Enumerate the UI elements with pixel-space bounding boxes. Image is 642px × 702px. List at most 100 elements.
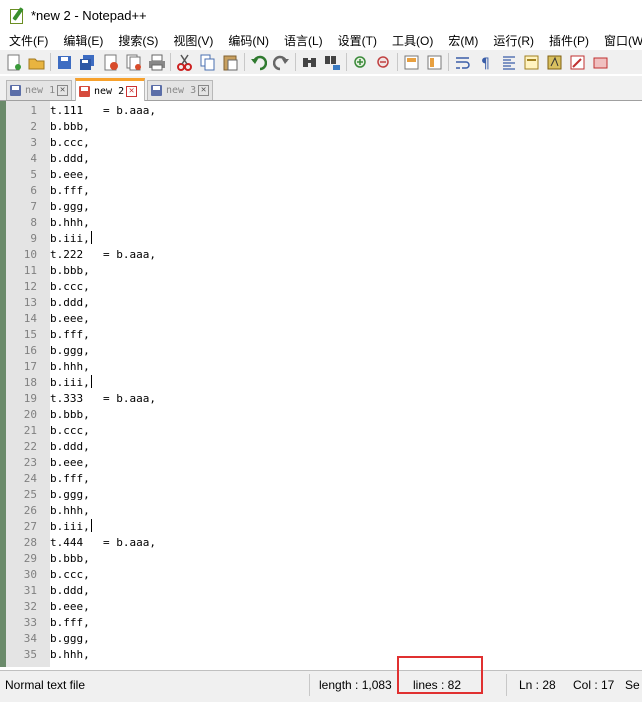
- code-line[interactable]: 3 b.ccc,: [6, 135, 642, 151]
- status-divider: [506, 674, 507, 696]
- menu-item[interactable]: 设置(T): [329, 32, 383, 49]
- line-number: 33: [23, 616, 37, 629]
- close-tab-icon[interactable]: ✕: [126, 85, 138, 97]
- close-tab-icon[interactable]: ✕: [198, 85, 210, 96]
- code-line[interactable]: 14 b.eee,: [6, 311, 642, 327]
- line-text: b.iii,: [50, 231, 92, 247]
- save-all-icon[interactable]: [78, 53, 96, 71]
- code-line[interactable]: 28 t.444 = b.aaa,: [6, 535, 642, 551]
- line-text: b.bbb,: [50, 119, 90, 135]
- print-icon[interactable]: [147, 53, 165, 71]
- menu-item[interactable]: 编码(N): [219, 32, 275, 49]
- redo-icon[interactable]: [272, 53, 290, 71]
- menu-bar: 文件(F) 编辑(E) 搜索(S) 视图(V) 编码(N) 语言(L) 设置(T) 工具(O)…: [0, 30, 642, 50]
- line-content: b.ddd,: [50, 152, 90, 165]
- zoom-in-icon[interactable]: [351, 53, 369, 71]
- line-number: 13: [23, 296, 37, 309]
- code-line[interactable]: 32 b.eee,: [6, 599, 642, 615]
- code-line[interactable]: 34 b.ggg,: [6, 631, 642, 647]
- doc-map-icon[interactable]: [522, 53, 540, 71]
- undo-icon[interactable]: [249, 53, 267, 71]
- copy-icon[interactable]: [198, 53, 216, 71]
- word-wrap-icon[interactable]: [453, 53, 471, 71]
- line-text: b.fff,: [50, 327, 90, 343]
- record-macro-icon[interactable]: [591, 53, 609, 71]
- code-line[interactable]: 9 b.iii,: [6, 231, 642, 247]
- replace-icon[interactable]: [323, 53, 341, 71]
- zoom-out-icon[interactable]: [374, 53, 392, 71]
- line-text: b.eee,: [50, 599, 90, 615]
- menu-item[interactable]: 宏(M): [439, 32, 484, 49]
- menu-item[interactable]: 窗口(W): [595, 32, 642, 49]
- code-line[interactable]: 29 b.bbb,: [6, 551, 642, 567]
- code-line[interactable]: 33 b.fff,: [6, 615, 642, 631]
- line-number: 35: [23, 648, 37, 661]
- save-icon[interactable]: [55, 53, 73, 71]
- code-line[interactable]: 35 b.hhh,: [6, 647, 642, 663]
- code-line[interactable]: 16 b.ggg,: [6, 343, 642, 359]
- tab-new-1[interactable]: new 1 ✕: [6, 80, 72, 100]
- code-line[interactable]: 26 b.hhh,: [6, 503, 642, 519]
- show-all-chars-icon[interactable]: ¶: [476, 53, 494, 71]
- tab-new-3[interactable]: new 3 ✕: [147, 80, 213, 100]
- close-icon[interactable]: [101, 53, 119, 71]
- folder-as-workspace-icon[interactable]: [568, 53, 586, 71]
- code-line[interactable]: 24 b.fff,: [6, 471, 642, 487]
- sync-vertical-icon[interactable]: [402, 53, 420, 71]
- menu-item[interactable]: 文件(F): [0, 32, 54, 49]
- function-list-icon[interactable]: [545, 53, 563, 71]
- code-line[interactable]: 30 b.ccc,: [6, 567, 642, 583]
- code-line[interactable]: 1 t.111 = b.aaa,: [6, 103, 642, 119]
- code-line[interactable]: 27 b.iii,: [6, 519, 642, 535]
- line-text: b.ddd,: [50, 151, 90, 167]
- line-content: b.fff,: [50, 616, 90, 629]
- code-line[interactable]: 8 b.hhh,: [6, 215, 642, 231]
- line-number: 3: [30, 136, 37, 149]
- code-line[interactable]: 20 b.bbb,: [6, 407, 642, 423]
- text-caret: [90, 519, 92, 532]
- code-line[interactable]: 2 b.bbb,: [6, 119, 642, 135]
- close-all-icon[interactable]: [124, 53, 142, 71]
- paste-icon[interactable]: [221, 53, 239, 71]
- code-line[interactable]: 31 b.ddd,: [6, 583, 642, 599]
- cut-icon[interactable]: [175, 53, 193, 71]
- code-line[interactable]: 11 b.bbb,: [6, 263, 642, 279]
- code-line[interactable]: 21 b.ccc,: [6, 423, 642, 439]
- sync-horizontal-icon[interactable]: [425, 53, 443, 71]
- find-icon[interactable]: [300, 53, 318, 71]
- code-line[interactable]: 23 b.eee,: [6, 455, 642, 471]
- menu-item[interactable]: 运行(R): [484, 32, 540, 49]
- code-line[interactable]: 13 b.ddd,: [6, 295, 642, 311]
- menu-item[interactable]: 视图(V): [164, 32, 219, 49]
- code-line[interactable]: 7 b.ggg,: [6, 199, 642, 215]
- code-line[interactable]: 19 t.333 = b.aaa,: [6, 391, 642, 407]
- code-line[interactable]: 22 b.ddd,: [6, 439, 642, 455]
- line-content: b.hhh,: [50, 648, 90, 661]
- code-line[interactable]: 25 b.ggg,: [6, 487, 642, 503]
- menu-item[interactable]: 工具(O): [383, 32, 439, 49]
- code-line[interactable]: 18 b.iii,: [6, 375, 642, 391]
- code-line[interactable]: 6 b.fff,: [6, 183, 642, 199]
- indent-guide-icon[interactable]: [499, 53, 517, 71]
- code-line[interactable]: 5 b.eee,: [6, 167, 642, 183]
- text-editor[interactable]: 1 t.111 = b.aaa, 2 b.bbb, 3 b.ccc, 4 b.ddd, 5 b.e…: [0, 101, 642, 667]
- menu-item[interactable]: 编辑(E): [54, 32, 109, 49]
- code-line[interactable]: 4 b.ddd,: [6, 151, 642, 167]
- tab-new-2[interactable]: new 2 ✕: [75, 78, 145, 101]
- menu-item[interactable]: 插件(P): [540, 32, 595, 49]
- close-tab-icon[interactable]: ✕: [57, 85, 69, 96]
- line-number: 10: [23, 248, 37, 261]
- open-file-icon[interactable]: [27, 53, 45, 71]
- line-content: b.hhh,: [50, 216, 90, 229]
- line-number: 9: [30, 232, 37, 245]
- menu-item[interactable]: 语言(L): [275, 32, 329, 49]
- line-content: t.333 = b.aaa,: [50, 392, 156, 405]
- code-line[interactable]: 15 b.fff,: [6, 327, 642, 343]
- line-number: 21: [23, 424, 37, 437]
- window-title: *new 2 - Notepad++: [31, 7, 147, 23]
- menu-item[interactable]: 搜索(S): [109, 32, 164, 49]
- code-line[interactable]: 10 t.222 = b.aaa,: [6, 247, 642, 263]
- code-line[interactable]: 17 b.hhh,: [6, 359, 642, 375]
- new-file-icon[interactable]: [4, 53, 22, 71]
- code-line[interactable]: 12 b.ccc,: [6, 279, 642, 295]
